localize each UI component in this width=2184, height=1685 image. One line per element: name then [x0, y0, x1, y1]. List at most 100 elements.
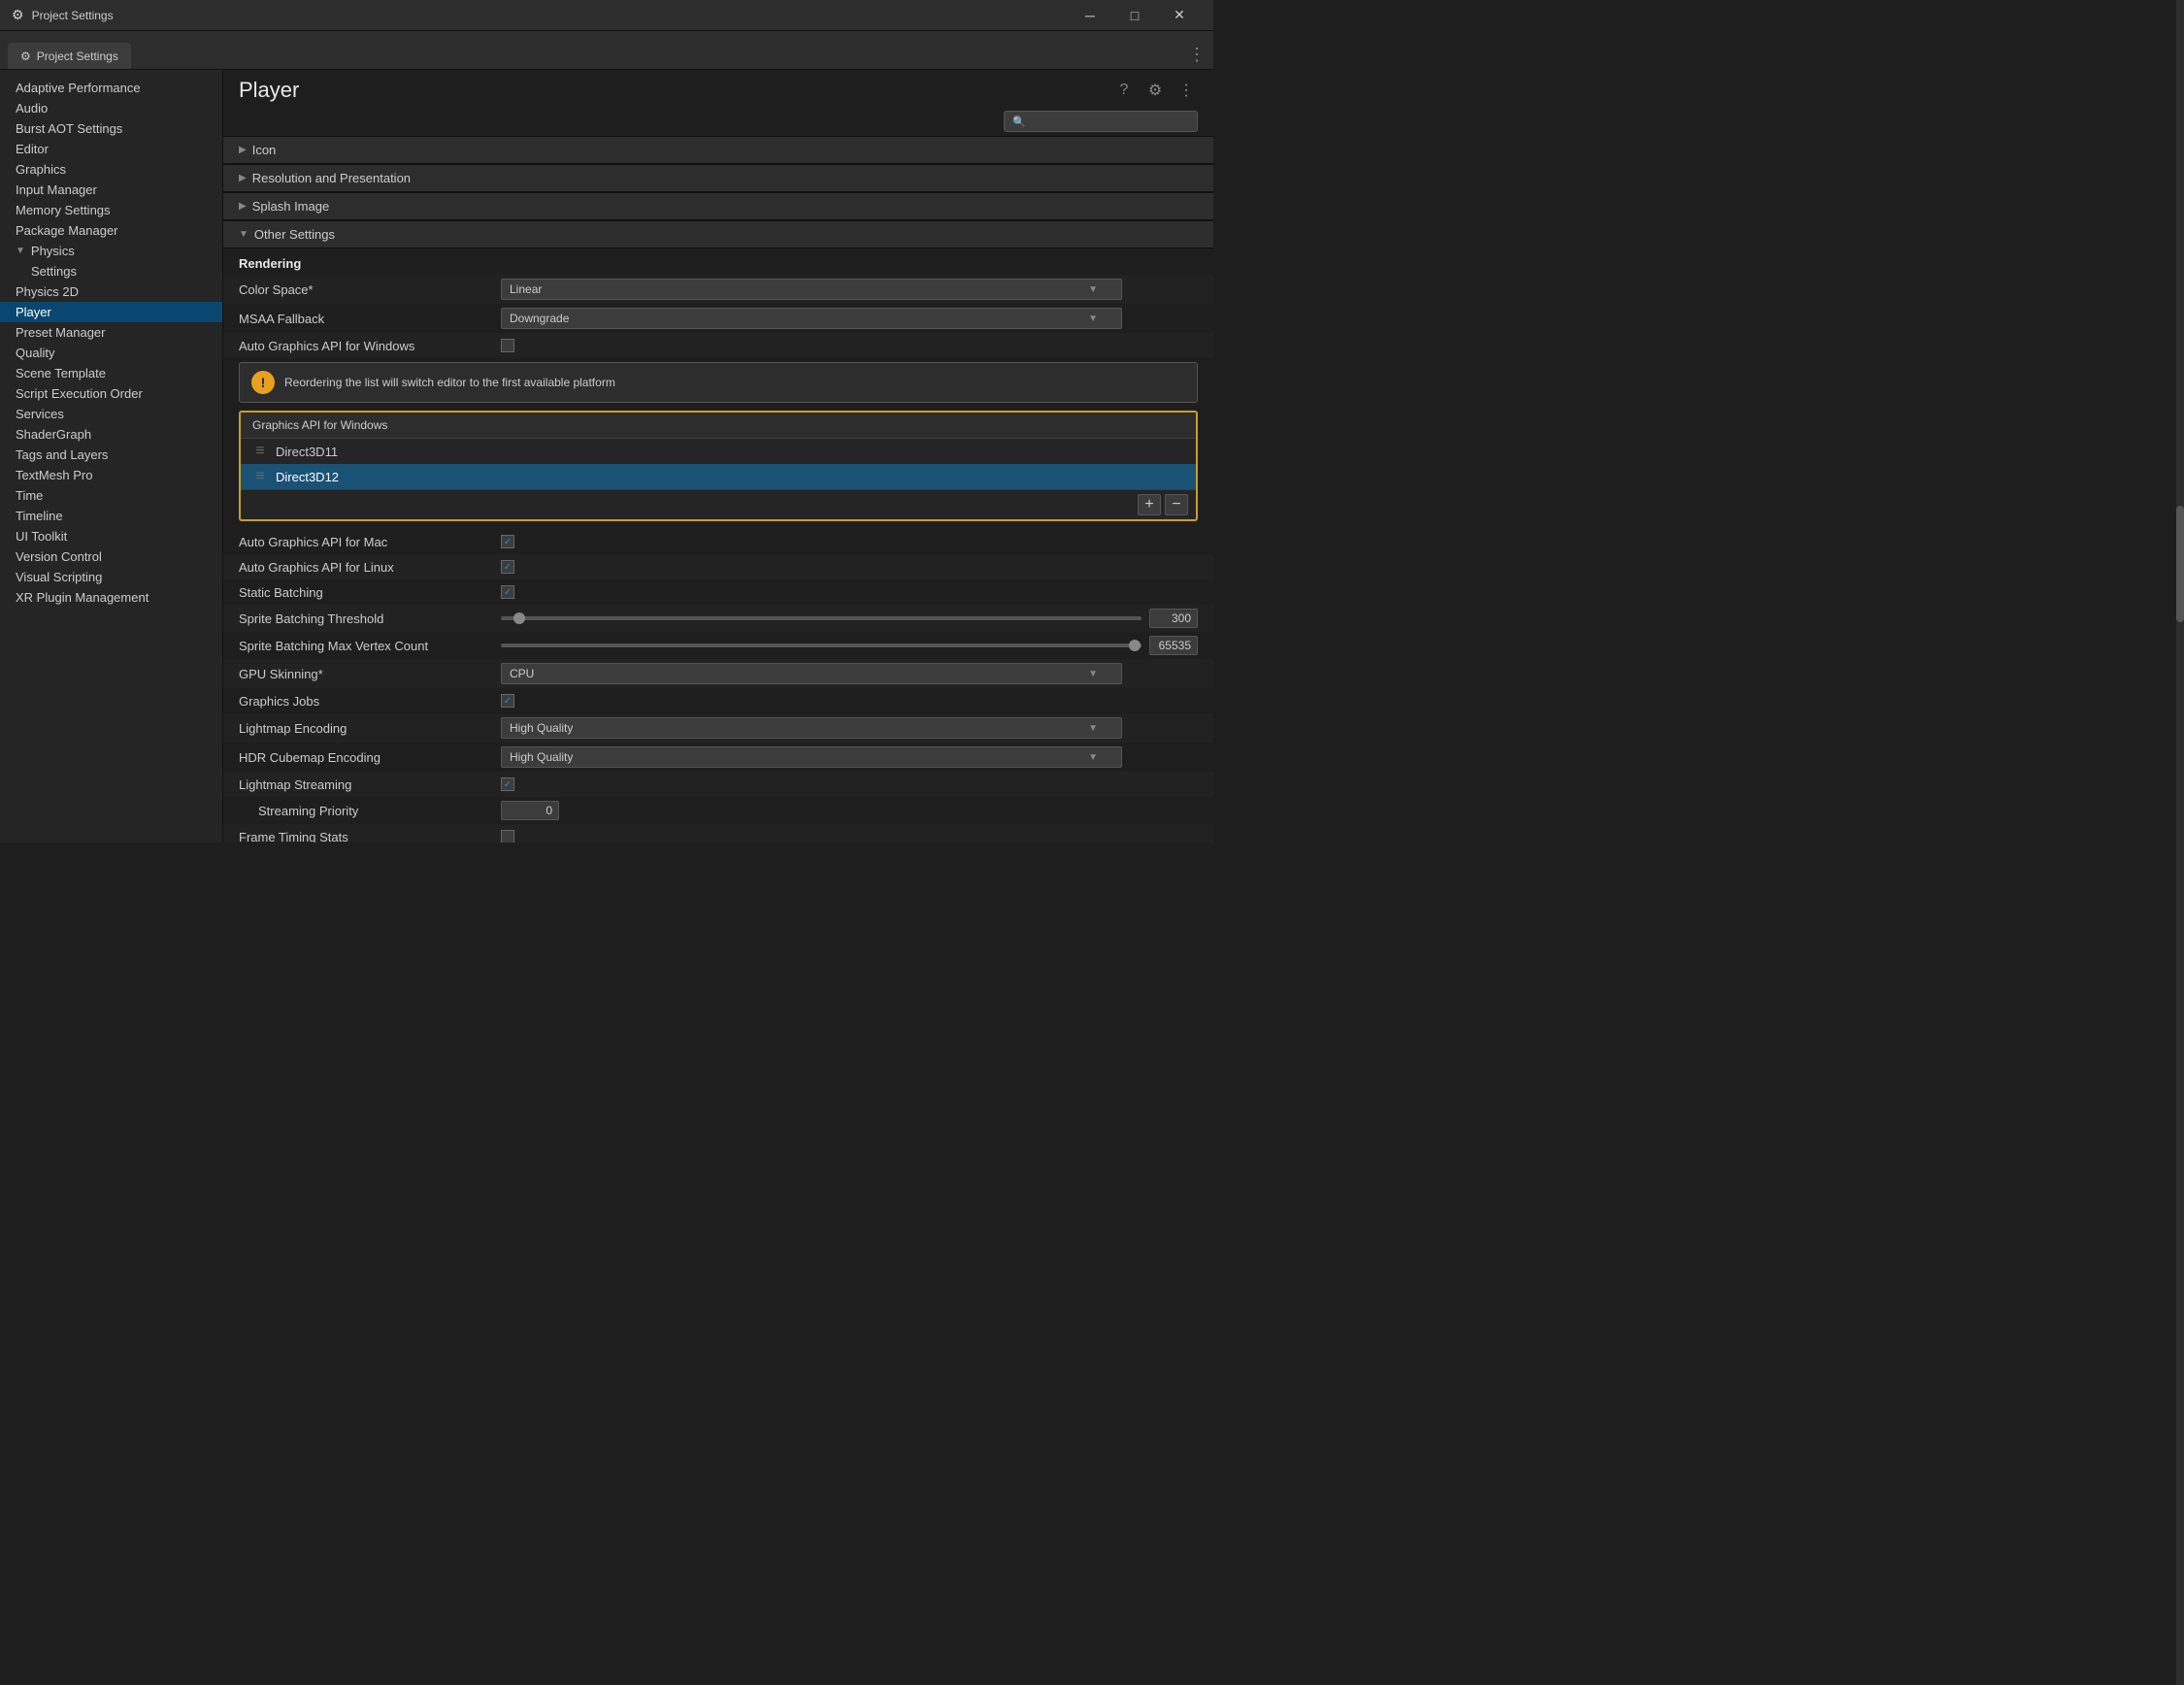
tab-bar-right: ⋮	[1188, 45, 1206, 69]
more-button[interactable]: ⋮	[1175, 79, 1198, 102]
dropdown-gpu-skinning[interactable]: CPU ▼	[501, 663, 1122, 684]
label-graphics-jobs: Graphics Jobs	[239, 694, 501, 709]
value-sprite-threshold-display[interactable]: 300	[1149, 609, 1198, 628]
value-streaming-priority: 0	[501, 801, 1198, 820]
sidebar-item-preset-manager[interactable]: Preset Manager	[0, 322, 222, 343]
checkbox-auto-graphics-linux[interactable]	[501, 560, 514, 574]
value-sprite-max-display[interactable]: 65535	[1149, 636, 1198, 655]
sidebar-item-graphics[interactable]: Graphics	[0, 159, 222, 180]
label-color-space: Color Space*	[239, 282, 501, 297]
sidebar-item-player[interactable]: Player	[0, 302, 222, 322]
sidebar-item-package-manager[interactable]: Package Manager	[0, 220, 222, 241]
add-api-button[interactable]: +	[1138, 494, 1161, 515]
input-streaming-priority[interactable]: 0	[501, 801, 559, 820]
title-bar: ⚙ Project Settings ─ □ ✕	[0, 0, 1213, 31]
value-lightmap-encoding: High Quality ▼	[501, 717, 1198, 739]
label-lightmap-encoding: Lightmap Encoding	[239, 721, 501, 736]
section-other-settings[interactable]: ▼ Other Settings	[223, 220, 1213, 248]
label-hdr-cubemap: HDR Cubemap Encoding	[239, 750, 501, 765]
maximize-button[interactable]: □	[1112, 0, 1157, 31]
window-controls: ─ □ ✕	[1068, 0, 1202, 31]
value-frame-timing	[501, 830, 1198, 842]
row-graphics-jobs: Graphics Jobs	[223, 688, 1213, 713]
graphics-api-list: ≡ Direct3D11 ≡ Direct3D12	[241, 439, 1196, 489]
sidebar-item-burst-aot[interactable]: Burst AOT Settings	[0, 118, 222, 139]
sidebar-item-xr-plugin[interactable]: XR Plugin Management	[0, 587, 222, 608]
dropdown-msaa-fallback[interactable]: Downgrade ▼	[501, 308, 1122, 329]
sidebar-item-visual-scripting[interactable]: Visual Scripting	[0, 567, 222, 587]
value-sprite-threshold: 300	[501, 609, 1198, 628]
checkbox-auto-graphics-windows[interactable]	[501, 339, 514, 352]
minimize-button[interactable]: ─	[1068, 0, 1112, 31]
label-auto-graphics-mac: Auto Graphics API for Mac	[239, 535, 501, 549]
label-frame-timing: Frame Timing Stats	[239, 830, 501, 843]
header-actions: ? ⚙ ⋮	[1112, 79, 1198, 102]
section-icon[interactable]: ▶ Icon	[223, 136, 1213, 164]
window-title: Project Settings	[32, 9, 1060, 22]
value-sprite-max-vertex: 65535	[501, 636, 1198, 655]
slider-sprite-max[interactable]	[501, 644, 1142, 647]
sidebar-item-timeline[interactable]: Timeline	[0, 506, 222, 526]
settings-button[interactable]: ⚙	[1143, 79, 1167, 102]
dropdown-lightmap-encoding[interactable]: High Quality ▼	[501, 717, 1122, 739]
sidebar-item-input-manager[interactable]: Input Manager	[0, 180, 222, 200]
sidebar-item-physics-settings[interactable]: Settings	[0, 261, 222, 281]
sidebar-item-quality[interactable]: Quality	[0, 343, 222, 363]
sidebar-item-version-control[interactable]: Version Control	[0, 546, 222, 567]
sidebar-item-time[interactable]: Time	[0, 485, 222, 506]
dropdown-hdr-cubemap[interactable]: High Quality ▼	[501, 746, 1122, 768]
label-lightmap-streaming: Lightmap Streaming	[239, 777, 501, 792]
splash-section-arrow: ▶	[239, 201, 247, 212]
close-button[interactable]: ✕	[1157, 0, 1202, 31]
slider-thumb-sprite-max	[1129, 640, 1141, 651]
sidebar-item-memory-settings[interactable]: Memory Settings	[0, 200, 222, 220]
label-static-batching: Static Batching	[239, 585, 501, 600]
tab-kebab-menu[interactable]: ⋮	[1188, 45, 1206, 65]
dropdown-color-space[interactable]: Linear ▼	[501, 279, 1122, 300]
sidebar-item-textmesh[interactable]: TextMesh Pro	[0, 465, 222, 485]
label-gpu-skinning: GPU Skinning*	[239, 667, 501, 681]
scroll-content: ▶ Icon ▶ Resolution and Presentation ▶ S…	[223, 136, 1213, 842]
tab-list: ⚙ Project Settings	[8, 43, 131, 69]
checkbox-frame-timing[interactable]	[501, 830, 514, 842]
sidebar-item-script-execution[interactable]: Script Execution Order	[0, 383, 222, 404]
sidebar-item-editor[interactable]: Editor	[0, 139, 222, 159]
row-sprite-threshold: Sprite Batching Threshold 300	[223, 605, 1213, 632]
row-auto-graphics-mac: Auto Graphics API for Mac	[223, 529, 1213, 554]
help-button[interactable]: ?	[1112, 79, 1136, 102]
sidebar-item-physics[interactable]: ▼ Physics	[0, 241, 222, 261]
chevron-down-icon: ▼	[1088, 284, 1098, 295]
slider-row-sprite-max: 65535	[501, 636, 1198, 655]
graphics-api-item-d3d12[interactable]: ≡ Direct3D12	[241, 464, 1196, 489]
sidebar-item-services[interactable]: Services	[0, 404, 222, 424]
sidebar-item-scene-template[interactable]: Scene Template	[0, 363, 222, 383]
sidebar-item-ui-toolkit[interactable]: UI Toolkit	[0, 526, 222, 546]
tab-project-settings[interactable]: ⚙ Project Settings	[8, 43, 131, 69]
value-color-space: Linear ▼	[501, 279, 1198, 300]
sidebar-item-physics2d[interactable]: Physics 2D	[0, 281, 222, 302]
row-lightmap-encoding: Lightmap Encoding High Quality ▼	[223, 713, 1213, 743]
checkbox-graphics-jobs[interactable]	[501, 694, 514, 708]
label-auto-graphics-linux: Auto Graphics API for Linux	[239, 560, 501, 575]
search-input[interactable]	[1030, 115, 1189, 128]
remove-api-button[interactable]: −	[1165, 494, 1188, 515]
value-graphics-jobs	[501, 694, 1198, 708]
slider-sprite-threshold[interactable]	[501, 616, 1142, 620]
label-sprite-max-vertex: Sprite Batching Max Vertex Count	[239, 639, 501, 653]
checkbox-lightmap-streaming[interactable]	[501, 777, 514, 791]
sidebar-item-shadergraph[interactable]: ShaderGraph	[0, 424, 222, 445]
row-static-batching: Static Batching	[223, 579, 1213, 605]
value-static-batching	[501, 585, 1198, 599]
sidebar-item-tags-layers[interactable]: Tags and Layers	[0, 445, 222, 465]
graphics-api-item-d3d11[interactable]: ≡ Direct3D11	[241, 439, 1196, 464]
sidebar-item-adaptive-performance[interactable]: Adaptive Performance	[0, 78, 222, 98]
page-title: Player	[239, 78, 299, 103]
search-icon: 🔍	[1012, 116, 1026, 128]
content-header: Player ? ⚙ ⋮	[223, 70, 1213, 107]
sidebar-item-audio[interactable]: Audio	[0, 98, 222, 118]
checkbox-static-batching[interactable]	[501, 585, 514, 599]
section-resolution[interactable]: ▶ Resolution and Presentation	[223, 164, 1213, 192]
value-auto-graphics-linux	[501, 560, 1198, 574]
checkbox-auto-graphics-mac[interactable]	[501, 535, 514, 548]
section-splash[interactable]: ▶ Splash Image	[223, 192, 1213, 220]
